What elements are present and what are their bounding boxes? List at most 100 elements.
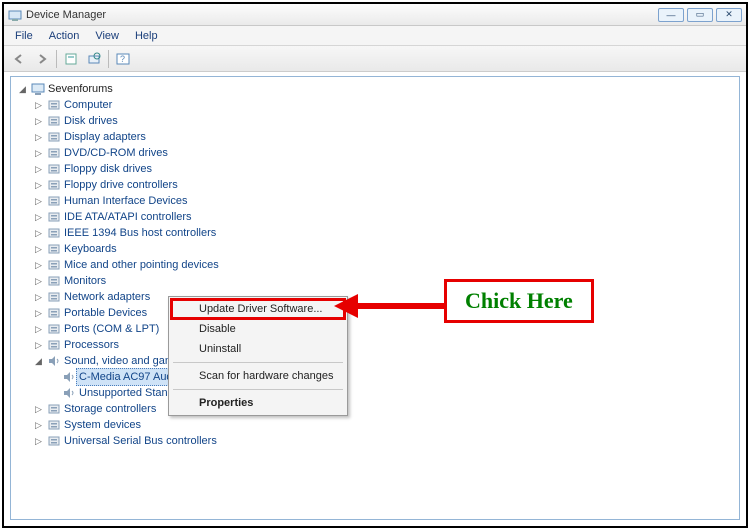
tree-item[interactable]: ▷Processors [13,337,737,353]
tree-item-label: IDE ATA/ATAPI controllers [64,209,192,225]
device-category-icon [47,274,61,288]
app-icon [8,8,22,22]
tree-item[interactable]: ▷ Mice and other pointing devices [13,257,737,273]
properties-button[interactable] [60,49,82,69]
expand-icon[interactable]: ▷ [33,244,44,255]
expand-icon[interactable]: ▷ [33,212,44,223]
tree-root[interactable]: ◢ Sevenforums [13,81,737,97]
expand-icon[interactable]: ▷ [33,308,44,319]
window-controls: — ▭ ✕ [658,8,742,22]
expand-icon[interactable]: ▷ [33,132,44,143]
scan-button[interactable] [83,49,105,69]
ctx-disable[interactable]: Disable [171,319,345,339]
tree-item[interactable]: ▷ IDE ATA/ATAPI controllers [13,209,737,225]
expand-icon[interactable]: ▷ [33,196,44,207]
back-button[interactable] [8,49,30,69]
sound-device-icon [62,386,76,400]
window-title: Device Manager [26,9,658,21]
device-category-icon [47,114,61,128]
tree-item[interactable]: ▷System devices [13,417,737,433]
tree-item[interactable]: ▷DVD/CD-ROM drives [13,145,737,161]
device-category-icon [47,242,61,256]
forward-button[interactable] [31,49,53,69]
menu-file[interactable]: File [8,28,40,44]
device-category-icon [47,210,61,224]
close-button[interactable]: ✕ [716,8,742,22]
tree-item[interactable]: ▷Floppy drive controllers [13,177,737,193]
device-category-icon [47,322,61,336]
tree-item-label: Universal Serial Bus controllers [64,433,217,449]
device-category-icon [47,98,61,112]
tree-item-label: Portable Devices [64,305,147,321]
device-category-icon [47,402,61,416]
device-category-icon [47,194,61,208]
tree-item[interactable]: ▷ Human Interface Devices [13,193,737,209]
tree-item-label: Network adapters [64,289,150,305]
tree-item-label: Mice and other pointing devices [64,257,219,273]
expand-icon[interactable]: ▷ [33,180,44,191]
expand-icon[interactable]: ▷ [33,228,44,239]
expand-icon[interactable]: ▷ [33,404,44,415]
expand-icon[interactable]: ▷ [33,292,44,303]
help-button[interactable]: ? [112,49,134,69]
tree-item-label: Display adapters [64,129,146,145]
expand-icon[interactable]: ▷ [33,260,44,271]
tree-item-label: Human Interface Devices [64,193,188,209]
device-category-icon [47,306,61,320]
expand-icon[interactable]: ▷ [33,436,44,447]
ctx-scan[interactable]: Scan for hardware changes [171,366,345,386]
collapse-icon[interactable]: ◢ [17,84,28,95]
tree-item[interactable]: ▷Keyboards [13,241,737,257]
ctx-separator [173,362,343,363]
maximize-button[interactable]: ▭ [687,8,713,22]
device-category-icon [47,226,61,240]
tree-item[interactable]: ▷ Storage controllers [13,401,737,417]
tree-item-label: Storage controllers [64,401,156,417]
ctx-update-driver[interactable]: Update Driver Software... [171,299,345,319]
expand-icon[interactable]: ▷ [33,148,44,159]
tree-item-label: IEEE 1394 Bus host controllers [64,225,216,241]
tree-item[interactable]: ▷ Display adapters [13,129,737,145]
callout-text: Chick Here [465,288,573,313]
minimize-button[interactable]: — [658,8,684,22]
tree-item[interactable]: ▷Computer [13,97,737,113]
expand-icon[interactable]: ▷ [33,100,44,111]
menu-bar: File Action View Help [4,26,746,46]
ctx-uninstall[interactable]: Uninstall [171,339,345,359]
tree-item[interactable]: ▷ Floppy disk drives [13,161,737,177]
tree-root-label: Sevenforums [48,81,113,97]
menu-help[interactable]: Help [128,28,165,44]
tree-item[interactable]: ▷ Universal Serial Bus controllers [13,433,737,449]
tree-item[interactable]: ▷Disk drives [13,113,737,129]
expand-icon[interactable]: ▷ [33,276,44,287]
tree-device-selected[interactable]: C-Media AC97 Audio Device [13,369,737,385]
tree-item[interactable]: ▷Monitors [13,273,737,289]
device-category-icon [47,434,61,448]
computer-icon [31,82,45,96]
annotation-callout: Chick Here [444,279,594,323]
tree-item-sound[interactable]: ◢Sound, video and game controllers [13,353,737,369]
expand-icon[interactable]: ▷ [33,324,44,335]
tree-item[interactable]: ▷Ports (COM & LPT) [13,321,737,337]
menu-view[interactable]: View [88,28,126,44]
ctx-properties[interactable]: Properties [171,393,345,413]
device-category-icon [47,290,61,304]
toolbar-separator [56,50,57,68]
tree-pane[interactable]: ◢Sevenforums▷Computer▷Disk drives▷Displa… [10,76,740,520]
device-category-icon [47,162,61,176]
menu-action[interactable]: Action [42,28,87,44]
expand-icon[interactable]: ▷ [33,340,44,351]
tree-item[interactable]: ▷ IEEE 1394 Bus host controllers [13,225,737,241]
expand-icon[interactable]: ▷ [33,164,44,175]
sound-device-icon [62,370,76,384]
expand-icon[interactable]: ▷ [33,420,44,431]
toolbar-separator [108,50,109,68]
expand-icon[interactable]: ▷ [33,116,44,127]
collapse-icon[interactable]: ◢ [33,356,44,367]
device-manager-window: Device Manager — ▭ ✕ File Action View He… [2,2,748,528]
toolbar: ? [4,46,746,72]
device-category-icon [47,178,61,192]
ctx-separator [173,389,343,390]
tree-item-label: Floppy disk drives [64,161,152,177]
tree-device[interactable]: Unsupported Standard Game Port [13,385,737,401]
